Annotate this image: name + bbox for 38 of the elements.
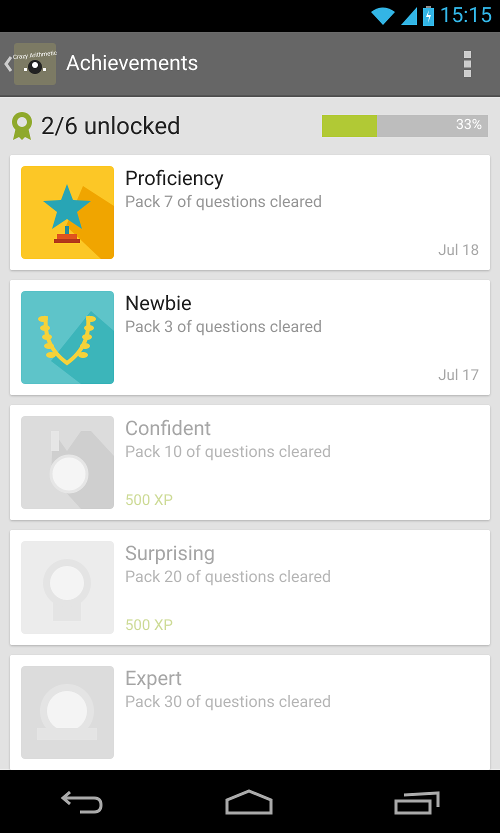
achievement-title: Surprising: [125, 541, 216, 565]
unlock-date: Jul 18: [438, 241, 479, 259]
seal-badge-icon: [21, 666, 114, 759]
achievement-card[interactable]: Confident Pack 10 of questions cleared 500 XP: [10, 405, 490, 520]
achievement-card[interactable]: Expert Pack 30 of questions cleared: [10, 655, 490, 770]
achievement-card[interactable]: Surprising Pack 20 of questions cleared 500 XP: [10, 530, 490, 645]
signal-icon: [400, 7, 417, 25]
battery-icon: [422, 6, 434, 26]
creature-icon: [22, 59, 48, 75]
star-badge-icon: [21, 166, 114, 259]
screen-title: Achievements: [66, 52, 200, 76]
achievement-description: Pack 10 of questions cleared: [125, 442, 332, 461]
achievement-card[interactable]: Proficiency Pack 7 of questions cleared Jul 18: [10, 155, 490, 270]
progress-percent: 33%: [456, 117, 482, 133]
wifi-icon: [370, 7, 395, 25]
back-chevron-icon[interactable]: [4, 56, 12, 72]
achievement-title: Expert: [125, 666, 183, 690]
achievement-description: Pack 20 of questions cleared: [125, 567, 332, 586]
back-icon[interactable]: [60, 788, 104, 814]
achievement-title: Newbie: [125, 291, 193, 315]
achievement-description: Pack 30 of questions cleared: [125, 692, 332, 711]
status-time: 15:15: [440, 4, 492, 28]
unlocked-count: 2/6 unlocked: [41, 112, 182, 140]
achievement-description: Pack 3 of questions cleared: [125, 317, 323, 336]
home-icon[interactable]: [224, 788, 273, 814]
laurel-badge-icon: [21, 291, 114, 384]
xp-reward: 500 XP: [125, 616, 173, 634]
medal-badge-icon: [21, 416, 114, 509]
overflow-menu-icon[interactable]: [464, 50, 472, 76]
rosette-badge-icon: [21, 541, 114, 634]
unlock-date: Jul 17: [438, 366, 479, 384]
xp-reward: 500 XP: [125, 491, 173, 509]
achievement-card[interactable]: Newbie Pack 3 of questions cleared Jul 17: [10, 280, 490, 395]
recent-apps-icon[interactable]: [394, 788, 440, 814]
achievement-title: Proficiency: [125, 166, 225, 190]
award-ribbon-icon: [11, 111, 33, 141]
achievement-description: Pack 7 of questions cleared: [125, 192, 323, 211]
achievement-title: Confident: [125, 416, 212, 440]
